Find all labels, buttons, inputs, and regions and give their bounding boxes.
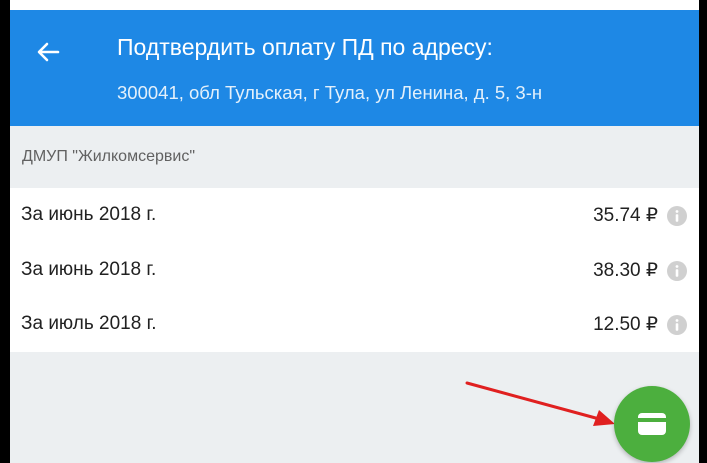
credit-card-icon bbox=[638, 413, 666, 435]
arrow-left-icon bbox=[37, 42, 60, 62]
info-button[interactable] bbox=[667, 206, 687, 226]
frame-border-left bbox=[0, 0, 10, 463]
pay-card-button[interactable] bbox=[614, 386, 690, 462]
frame-border-right bbox=[699, 0, 707, 463]
payment-list: За июнь 2018 г. 35.74 ₽ За июнь 2018 г. … bbox=[10, 188, 699, 352]
address-subtitle: 300041, обл Тульская, г Тула, ул Ленина,… bbox=[117, 82, 543, 103]
payment-row[interactable]: За июль 2018 г. 12.50 ₽ bbox=[10, 297, 699, 352]
screenshot-frame: Подтвердить оплату ПД по адресу: 300041,… bbox=[0, 0, 707, 463]
info-button[interactable] bbox=[667, 315, 687, 335]
app-bar: Подтвердить оплату ПД по адресу: 300041,… bbox=[10, 10, 699, 126]
info-icon bbox=[675, 210, 679, 222]
payment-row[interactable]: За июнь 2018 г. 35.74 ₽ bbox=[10, 188, 699, 243]
info-icon bbox=[675, 265, 679, 277]
payment-amount: 35.74 ₽ bbox=[593, 205, 658, 226]
info-icon bbox=[675, 319, 679, 331]
payment-amount: 38.30 ₽ bbox=[593, 260, 658, 281]
page-title: Подтвердить оплату ПД по адресу: bbox=[117, 34, 493, 60]
provider-name: ДМУП "Жилкомсервис" bbox=[22, 148, 195, 165]
payment-period: За июнь 2018 г. bbox=[21, 259, 157, 280]
payment-period: За июль 2018 г. bbox=[21, 313, 157, 334]
provider-section-header: ДМУП "Жилкомсервис" bbox=[10, 126, 699, 188]
payment-amount: 12.50 ₽ bbox=[593, 314, 658, 335]
info-button[interactable] bbox=[667, 261, 687, 281]
payment-row[interactable]: За июнь 2018 г. 38.30 ₽ bbox=[10, 243, 699, 298]
back-button[interactable] bbox=[28, 32, 68, 72]
payment-period: За июнь 2018 г. bbox=[21, 204, 157, 225]
app-screen: Подтвердить оплату ПД по адресу: 300041,… bbox=[10, 10, 699, 463]
red-arrow-icon bbox=[465, 381, 615, 426]
